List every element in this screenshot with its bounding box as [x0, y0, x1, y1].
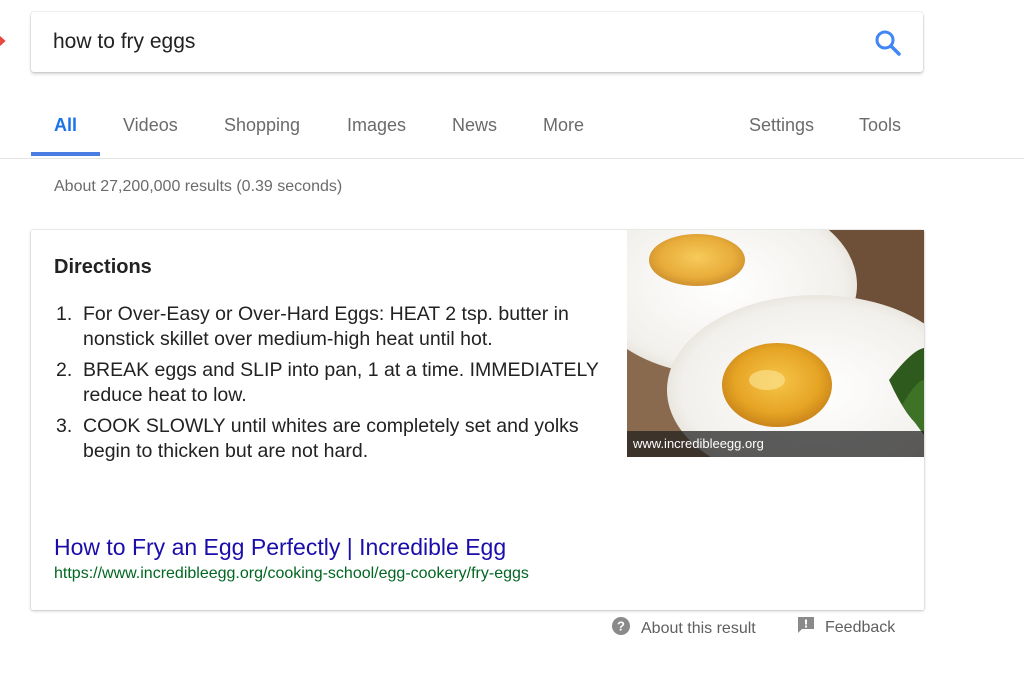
help-icon: ? [611, 616, 631, 641]
tab-images[interactable]: Images [347, 115, 406, 158]
step-number: 1. [56, 303, 73, 325]
tab-more[interactable]: More [543, 115, 584, 158]
about-this-result-link[interactable]: ? About this result [611, 616, 756, 641]
snippet-heading: Directions [54, 256, 152, 278]
search-box [31, 12, 923, 72]
result-stats: About 27,200,000 results (0.39 seconds) [54, 178, 343, 195]
tab-tools[interactable]: Tools [859, 115, 901, 158]
directions-list: 1. For Over-Easy or Over-Hard Eggs: HEAT… [54, 302, 614, 470]
list-item: 3. COOK SLOWLY until whites are complete… [54, 414, 614, 464]
feedback-label: Feedback [825, 618, 896, 636]
tab-news[interactable]: News [452, 115, 497, 158]
search-button[interactable] [873, 28, 903, 58]
fried-eggs-image [627, 230, 924, 457]
step-text: For Over-Easy or Over-Hard Eggs: HEAT 2 … [83, 303, 569, 350]
feedback-icon [797, 616, 815, 639]
result-url: https://www.incredibleegg.org/cooking-sc… [54, 565, 529, 582]
svg-text:?: ? [617, 619, 625, 634]
tab-shopping[interactable]: Shopping [224, 115, 300, 158]
search-tabs: All Videos Shopping Images News More Set… [0, 100, 1024, 159]
result-title-link[interactable]: How to Fry an Egg Perfectly | Incredible… [54, 534, 506, 561]
logo-fragment[interactable] [0, 30, 6, 52]
featured-snippet-card: Directions 1. For Over-Easy or Over-Hard… [31, 230, 924, 610]
step-text: BREAK eggs and SLIP into pan, 1 at a tim… [83, 359, 599, 406]
about-this-result-label: About this result [641, 619, 756, 637]
tab-settings[interactable]: Settings [749, 115, 814, 158]
image-caption: www.incredibleegg.org [627, 431, 924, 457]
list-item: 2. BREAK eggs and SLIP into pan, 1 at a … [54, 358, 614, 408]
step-number: 2. [56, 359, 73, 381]
feedback-link[interactable]: Feedback [797, 616, 895, 639]
search-input[interactable] [53, 26, 853, 58]
step-number: 3. [56, 415, 73, 437]
snippet-image[interactable]: www.incredibleegg.org [627, 230, 924, 457]
step-text: COOK SLOWLY until whites are completely … [83, 415, 579, 462]
tab-videos[interactable]: Videos [123, 115, 178, 158]
list-item: 1. For Over-Easy or Over-Hard Eggs: HEAT… [54, 302, 614, 352]
magnifier-icon [875, 30, 901, 56]
active-tab-indicator [31, 152, 100, 156]
